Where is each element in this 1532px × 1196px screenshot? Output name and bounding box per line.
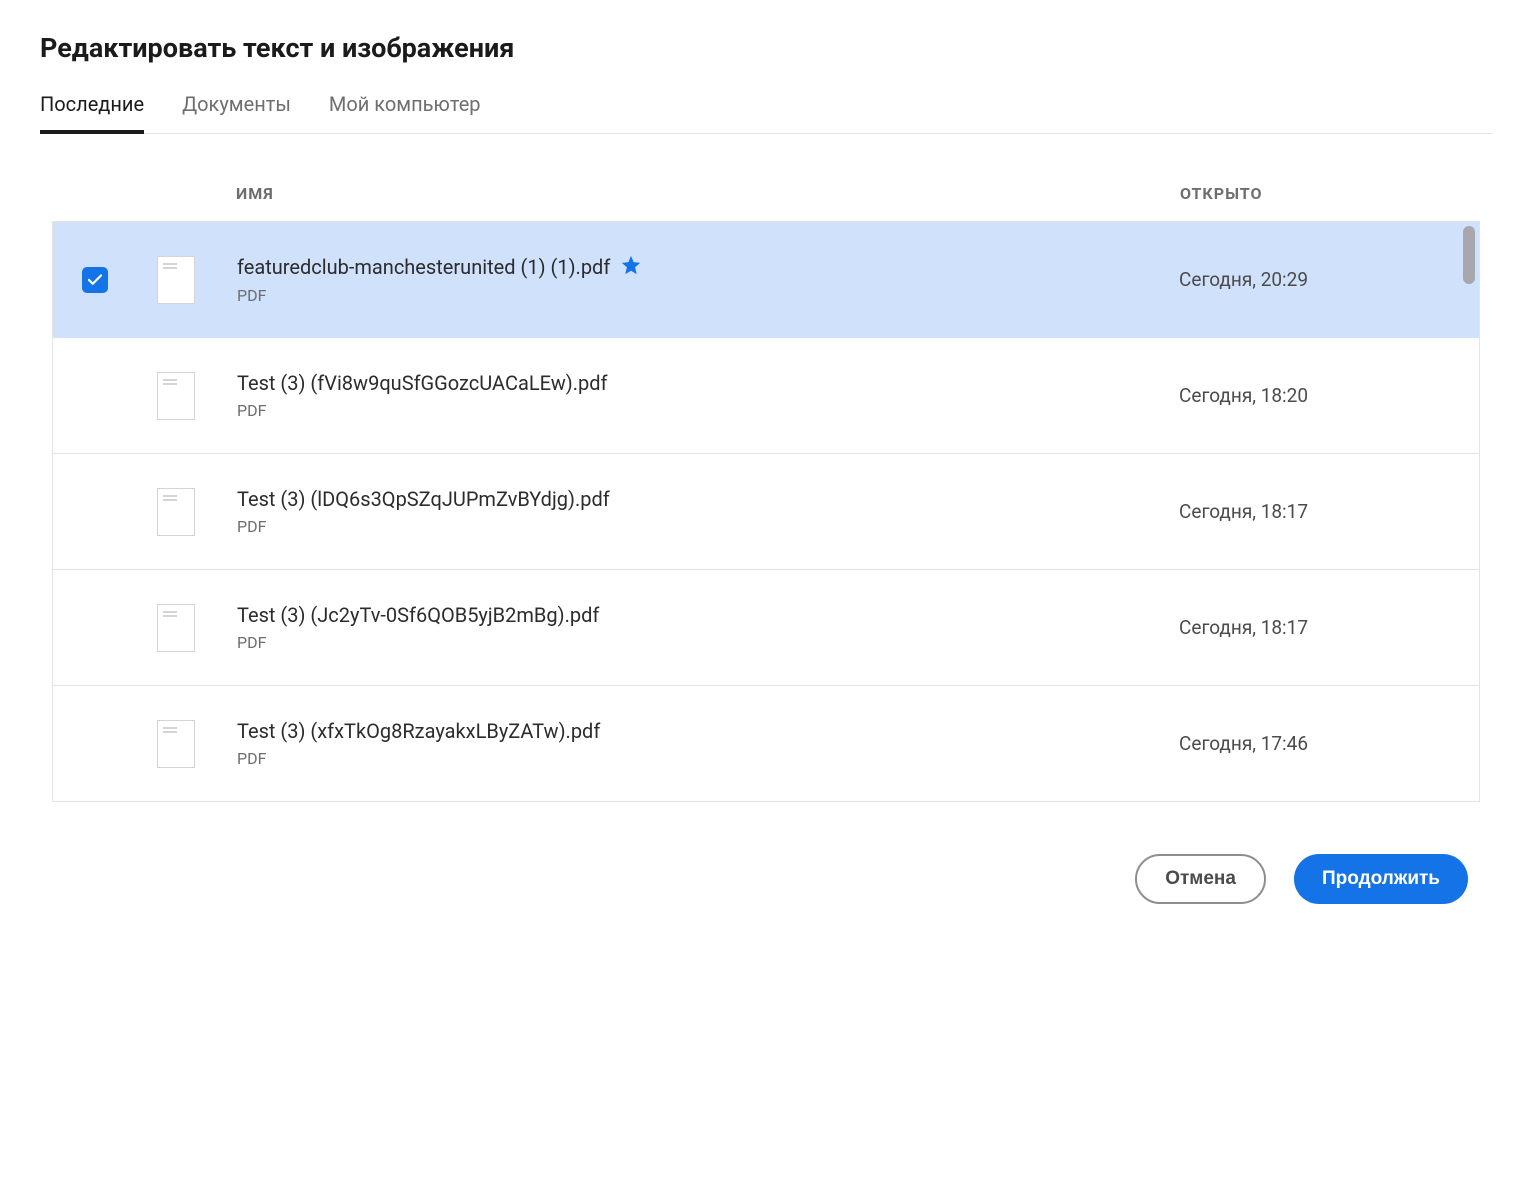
file-opened: Сегодня, 18:17 xyxy=(1179,500,1308,523)
table-row[interactable]: featuredclub-manchesterunited (1) (1).pd… xyxy=(53,222,1479,338)
file-name: Test (3) (xfxTkOg8RzayakxLByZATw).pdf xyxy=(237,719,600,743)
source-tabs: Последние Документы Мой компьютер xyxy=(40,86,1492,134)
file-icon xyxy=(157,604,195,652)
table-row[interactable]: Test (3) (lDQ6s3QpSZqJUPmZvBYdjg).pdf PD… xyxy=(53,454,1479,570)
table-header: ИМЯ ОТКРЫТО xyxy=(52,184,1480,221)
tab-my-computer[interactable]: Мой компьютер xyxy=(329,86,481,134)
scrollbar-thumb[interactable] xyxy=(1463,226,1475,284)
tab-documents[interactable]: Документы xyxy=(182,86,291,134)
column-name-header[interactable]: ИМЯ xyxy=(236,184,1180,203)
file-type: PDF xyxy=(237,286,1159,305)
file-type: PDF xyxy=(237,633,1159,652)
file-opened: Сегодня, 17:46 xyxy=(1179,732,1308,755)
continue-button[interactable]: Продолжить xyxy=(1294,854,1468,904)
tab-recent[interactable]: Последние xyxy=(40,86,144,134)
file-name: Test (3) (fVi8w9quSfGGozcUACaLEw).pdf xyxy=(237,371,608,395)
file-name: Test (3) (lDQ6s3QpSZqJUPmZvBYdjg).pdf xyxy=(237,487,610,511)
file-name: Test (3) (Jc2yTv-0Sf6QOB5yjB2mBg).pdf xyxy=(237,603,599,627)
file-type: PDF xyxy=(237,749,1159,768)
table-row[interactable]: Test (3) (xfxTkOg8RzayakxLByZATw).pdf PD… xyxy=(53,686,1479,802)
star-icon[interactable] xyxy=(620,254,642,280)
file-name: featuredclub-manchesterunited (1) (1).pd… xyxy=(237,255,610,279)
file-icon xyxy=(157,488,195,536)
file-icon xyxy=(157,720,195,768)
file-list: featuredclub-manchesterunited (1) (1).pd… xyxy=(52,221,1480,802)
checkbox[interactable] xyxy=(82,267,108,293)
cancel-button[interactable]: Отмена xyxy=(1135,854,1266,904)
table-row[interactable]: Test (3) (fVi8w9quSfGGozcUACaLEw).pdf PD… xyxy=(53,338,1479,454)
column-opened-header[interactable]: ОТКРЫТО xyxy=(1180,184,1480,203)
file-type: PDF xyxy=(237,401,1159,420)
file-icon xyxy=(157,372,195,420)
file-opened: Сегодня, 18:17 xyxy=(1179,616,1308,639)
file-type: PDF xyxy=(237,517,1159,536)
page-title: Редактировать текст и изображения xyxy=(40,32,1492,64)
file-opened: Сегодня, 18:20 xyxy=(1179,384,1308,407)
file-icon xyxy=(157,256,195,304)
file-opened: Сегодня, 20:29 xyxy=(1179,268,1308,291)
table-row[interactable]: Test (3) (Jc2yTv-0Sf6QOB5yjB2mBg).pdf PD… xyxy=(53,570,1479,686)
